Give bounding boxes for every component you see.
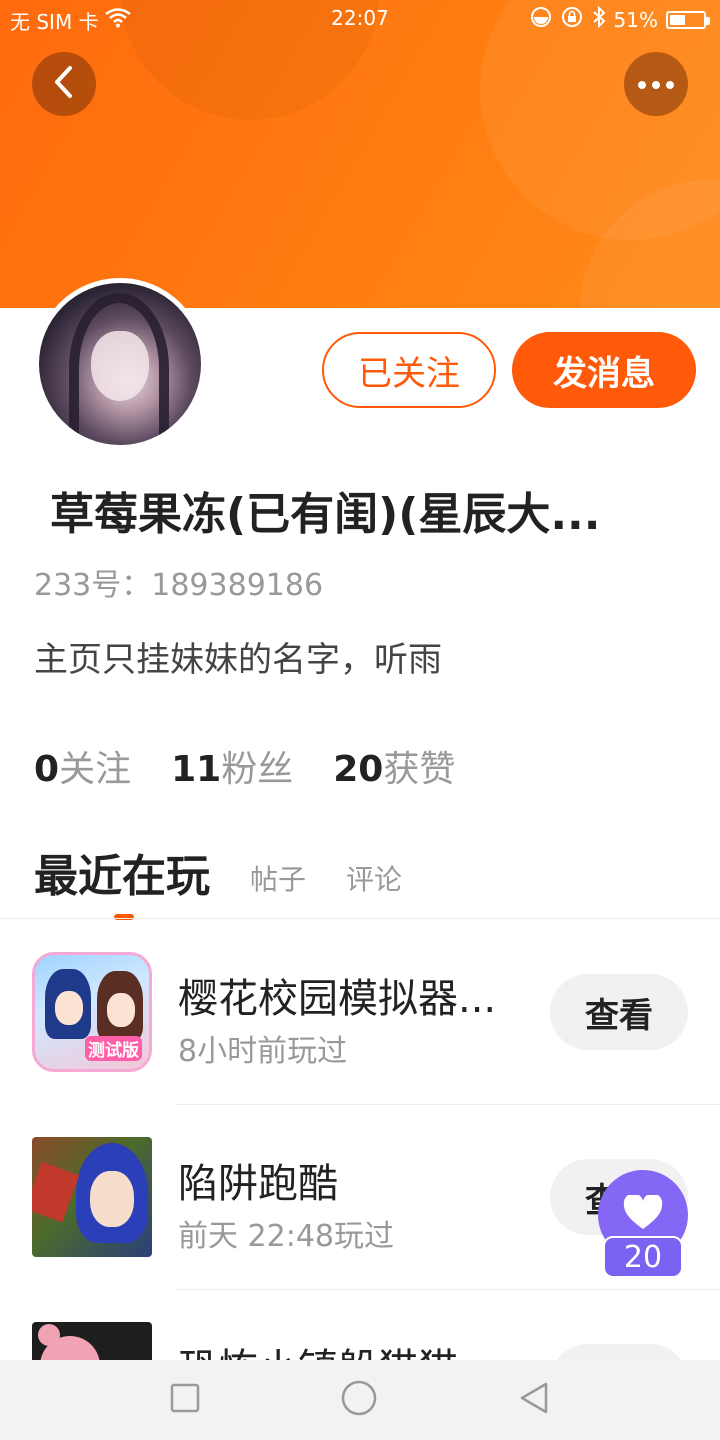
chevron-left-icon — [52, 65, 76, 103]
profile-banner — [0, 0, 720, 308]
game-title: 樱花校园模拟器... — [178, 976, 497, 1022]
bluetooth-icon — [592, 5, 606, 33]
home-icon[interactable] — [340, 1379, 378, 1421]
stat-likes-count: 20 — [333, 749, 384, 790]
avatar[interactable] — [34, 278, 206, 450]
rotation-lock-icon — [560, 6, 584, 33]
stat-fans-count: 11 — [171, 749, 222, 790]
tab-recent-played[interactable]: 最近在玩 — [34, 840, 210, 920]
status-bar: 无 SIM 卡 22:07 51% — [0, 0, 720, 38]
user-id: 233号：189389186 — [34, 568, 324, 603]
back-button[interactable] — [32, 52, 96, 116]
view-button[interactable]: 查看 — [550, 1344, 688, 1360]
view-button[interactable]: 查看 — [550, 974, 688, 1050]
stat-likes[interactable]: 20获赞 — [333, 740, 455, 792]
game-icon — [32, 1322, 152, 1360]
game-title: 陷阱跑酷 — [178, 1161, 338, 1207]
stat-following-label: 关注 — [59, 749, 132, 790]
list-item[interactable]: 测试版 樱花校园模拟器... 8小时前玩过 查看 — [0, 920, 720, 1105]
recent-apps-icon[interactable] — [170, 1383, 200, 1417]
user-bio: 主页只挂妹妹的名字，听雨 — [34, 640, 442, 680]
battery-percent: 51% — [613, 7, 658, 32]
back-icon[interactable] — [518, 1381, 550, 1419]
divider — [0, 918, 720, 919]
game-icon — [32, 1137, 152, 1257]
stat-following[interactable]: 0关注 — [34, 740, 131, 792]
game-badge: 测试版 — [85, 1036, 142, 1061]
game-played-time: 前天 22:48玩过 — [178, 1219, 394, 1254]
do-not-disturb-icon — [530, 6, 552, 33]
tab-recent-label: 最近在玩 — [34, 851, 210, 902]
stat-fans-label: 粉丝 — [221, 749, 294, 790]
more-button[interactable] — [624, 52, 688, 116]
tab-posts[interactable]: 帖子 — [250, 858, 306, 904]
stat-following-count: 0 — [34, 749, 60, 790]
system-nav-bar — [0, 1360, 720, 1440]
stat-fans[interactable]: 11粉丝 — [171, 740, 293, 792]
heart-icon — [623, 1193, 663, 1235]
profile-tabs: 最近在玩 帖子 评论 — [34, 840, 402, 920]
user-stats: 0关注 11粉丝 20获赞 — [34, 740, 455, 792]
send-message-button[interactable]: 发消息 — [512, 332, 696, 408]
followed-button[interactable]: 已关注 — [322, 332, 496, 408]
game-played-time: 8小时前玩过 — [178, 1034, 348, 1069]
more-horizontal-icon — [636, 75, 676, 94]
tab-comments[interactable]: 评论 — [346, 858, 402, 904]
battery-icon — [666, 10, 710, 29]
game-icon: 测试版 — [32, 952, 152, 1072]
stat-likes-label: 获赞 — [383, 749, 456, 790]
user-nickname: 草莓果冻(已有闺)(星辰大... — [50, 489, 601, 540]
game-title: 恐怖小镇躲猫猫 — [178, 1336, 518, 1360]
list-item[interactable]: 恐怖小镇躲猫猫 查看 — [0, 1290, 720, 1360]
like-count-badge: 20 — [603, 1236, 683, 1278]
